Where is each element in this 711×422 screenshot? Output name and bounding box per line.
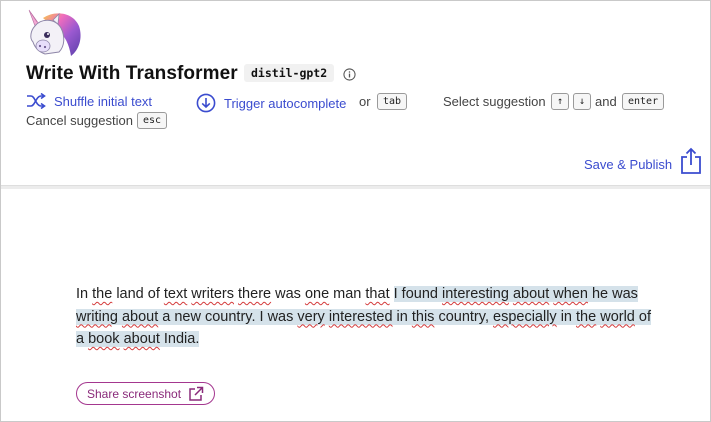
autocomplete-label: Trigger autocomplete [224, 95, 347, 111]
or-text: or [359, 94, 371, 109]
share-screenshot-label: Share screenshot [87, 386, 182, 401]
shuffle-icon [27, 93, 46, 109]
down-key: ↓ [573, 93, 592, 110]
trigger-autocomplete-button[interactable]: Trigger autocomplete [196, 93, 346, 113]
download-circle-icon [196, 93, 216, 113]
share-upload-icon[interactable] [680, 147, 702, 175]
external-link-icon [189, 386, 204, 401]
unicorn-icon [28, 9, 81, 56]
header: Write With Transformer distil-gpt2 Shuff… [1, 1, 710, 185]
and-text: and [595, 94, 617, 109]
up-key: ↑ [551, 93, 570, 110]
page-title: Write With Transformer [26, 63, 238, 84]
shuffle-button[interactable]: Shuffle initial text [26, 93, 152, 109]
header-divider [1, 185, 710, 189]
shuffle-label: Shuffle initial text [54, 93, 153, 109]
prefix-text: In the land of text writers there was on… [76, 286, 390, 302]
cancel-suggestion-label: Cancel suggestion [26, 113, 133, 128]
esc-key: esc [137, 112, 168, 129]
save-publish-button[interactable]: Save & Publish [584, 157, 672, 172]
enter-key: enter [622, 93, 665, 110]
tab-key: tab [377, 93, 408, 110]
text-editor[interactable]: In the land of text writers there was on… [76, 283, 656, 351]
model-badge[interactable]: distil-gpt2 [244, 64, 335, 82]
share-screenshot-button[interactable]: Share screenshot [76, 382, 215, 405]
info-icon[interactable] [343, 68, 356, 81]
select-suggestion-label: Select suggestion [443, 94, 546, 109]
